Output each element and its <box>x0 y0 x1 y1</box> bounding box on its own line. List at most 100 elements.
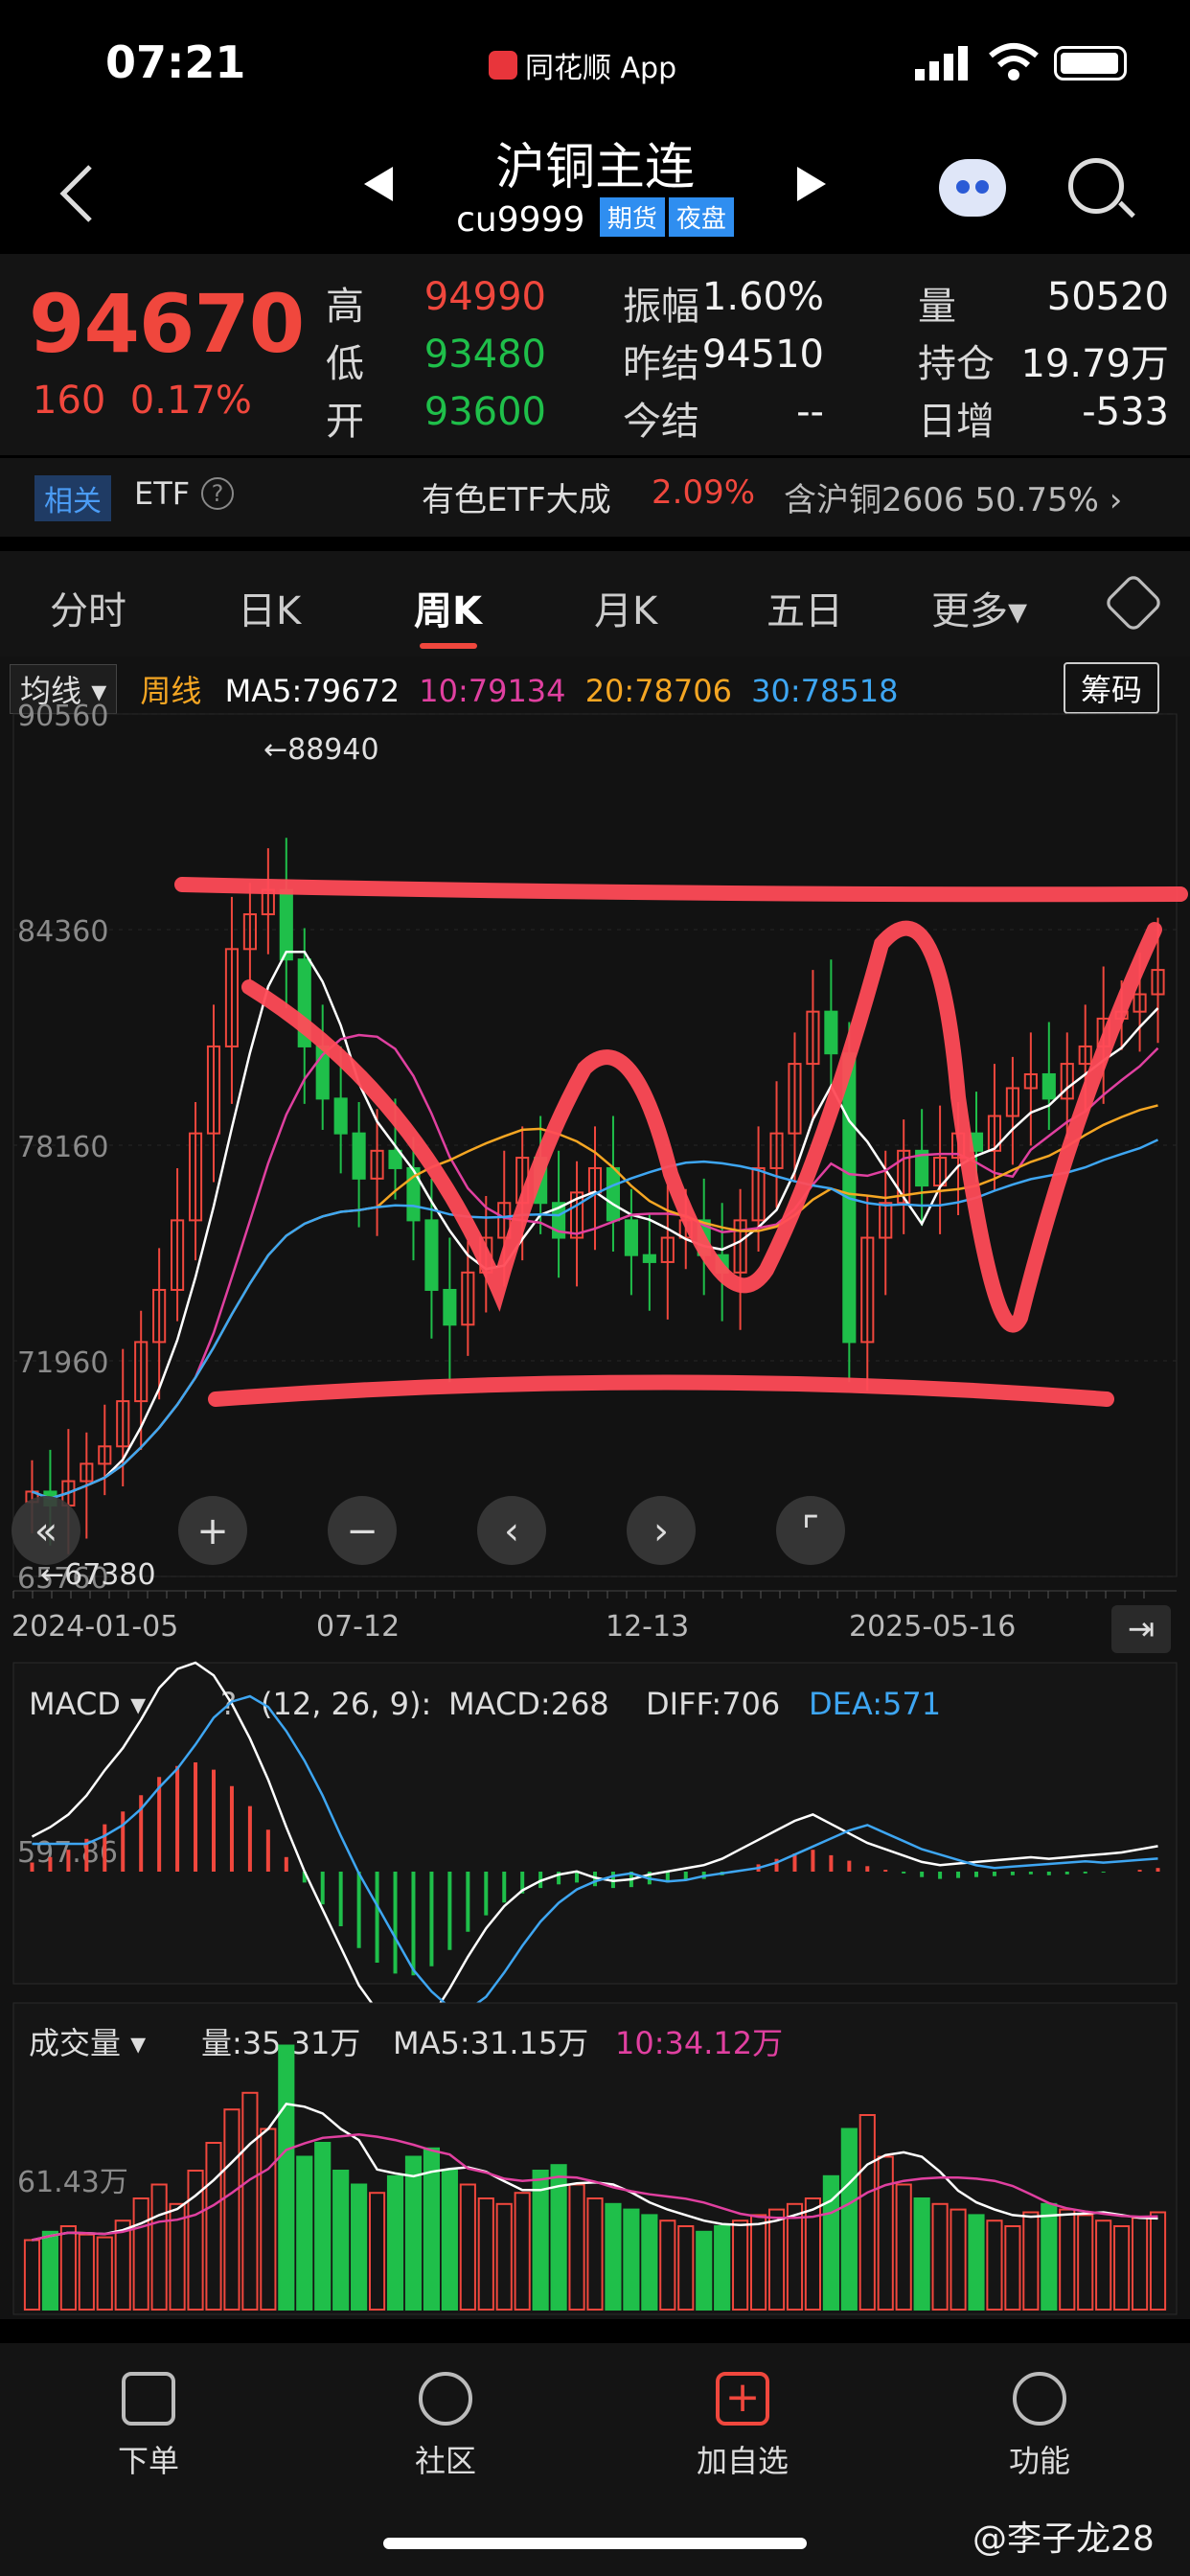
wifi-icon <box>989 43 1039 80</box>
tab-weekly[interactable]: 周K <box>414 580 482 635</box>
control-glyph: ⌜ <box>802 1509 820 1553</box>
quote-value: 50520 <box>1046 275 1169 319</box>
add-watchlist-icon: + <box>716 2372 769 2426</box>
related-etf-bar[interactable]: 相关 ETF ? 有色ETF大成 2.09% 含沪铜2606 50.75% › <box>0 458 1190 537</box>
volume-bar <box>314 2142 332 2311</box>
volume-bar <box>1041 2202 1058 2312</box>
macd-params: (12, 26, 9): <box>261 1686 431 1722</box>
annotation-stroke <box>208 1374 1114 1407</box>
control-glyph: « <box>34 1509 57 1553</box>
control-glyph: + <box>196 1509 229 1553</box>
quote-value: 93600 <box>423 390 546 434</box>
page-title: 沪铜主连 <box>494 139 695 196</box>
quote-label: 开 <box>326 400 364 444</box>
battery-icon <box>1054 46 1127 80</box>
signal-icon <box>915 46 968 80</box>
tabbar-order[interactable]: 下单 <box>72 2372 225 2481</box>
etf-holding-text: 含沪铜2606 50.75% <box>784 481 1099 519</box>
order-icon <box>122 2372 175 2426</box>
tabbar-label: 功能 <box>1008 2443 1070 2479</box>
volume-bar <box>278 2044 295 2311</box>
candle-body <box>333 1097 348 1135</box>
price-change: 160 0.17% <box>33 379 252 423</box>
high-marker: ←88940 <box>263 733 379 767</box>
tabbar-label: 社区 <box>414 2443 476 2479</box>
etf-holding: 含沪铜2606 50.75% › <box>784 473 1122 520</box>
triangle-right-icon <box>797 167 826 201</box>
volume-bar <box>386 2174 404 2312</box>
dea-value: DEA:571 <box>809 1686 941 1722</box>
macd-value: MACD:268 <box>448 1686 609 1722</box>
quote-label: 量 <box>918 285 956 329</box>
etf-name: 有色ETF大成 <box>422 481 611 519</box>
tab-five-day[interactable]: 五日 <box>767 580 843 635</box>
annotation-stroke <box>241 920 1162 1333</box>
tabbar-add-watchlist[interactable]: + 加自选 <box>666 2372 819 2481</box>
tag-futures: 期货 <box>599 197 665 237</box>
quote-value: 93480 <box>423 333 546 377</box>
chart-canvas[interactable]: 9056084360781607196065760←88940←67380« + −… <box>0 656 1190 2319</box>
volume-bar <box>404 2155 423 2311</box>
volume-ma10: 10:34.12万 <box>615 2025 783 2061</box>
x-tick-label: 12-13 <box>606 1610 689 1644</box>
y-tick-label: 61.43万 <box>17 2166 128 2199</box>
app-indicator[interactable]: 同花顺 App <box>489 44 676 86</box>
candle-body <box>388 1149 402 1169</box>
y-tick-label: 90560 <box>17 700 108 733</box>
control-glyph: ‹ <box>504 1509 519 1553</box>
nav-bar: 沪铜主连 cu9999 期货 夜盘 <box>0 125 1190 254</box>
candle-body <box>279 888 293 961</box>
quote-panel: 94670 160 0.17% 高 94990 振幅 1.60% 量 50520 低 9348… <box>0 254 1190 455</box>
annotation-stroke <box>174 877 1188 903</box>
volume-ma5: MA5:31.15万 <box>393 2025 588 2061</box>
quote-value: 94990 <box>423 275 546 319</box>
volume-bar <box>332 2170 350 2311</box>
y-tick-label: 84360 <box>17 915 108 949</box>
candle-body <box>443 1288 457 1326</box>
volume-bar <box>351 2183 368 2311</box>
macd-selector: MACD ▾ <box>29 1686 146 1722</box>
low-marker: ←67380 <box>40 1558 156 1592</box>
tab-more[interactable]: 更多▾ <box>931 580 1027 635</box>
y-tick-label: 71960 <box>17 1346 108 1380</box>
community-icon <box>419 2372 472 2426</box>
volume-selector: 成交量 ▾ <box>29 2025 146 2061</box>
chart-area: 均线 ▾ 周线 MA5:79672 10:79134 20:78706 30:7… <box>0 656 1190 2319</box>
app-logo-icon <box>489 51 517 80</box>
candle-body <box>352 1132 366 1180</box>
volume-bar <box>532 2170 549 2311</box>
search-icon[interactable] <box>1068 158 1124 214</box>
tab-daily[interactable]: 日K <box>238 580 301 635</box>
tabbar-functions[interactable]: 功能 <box>963 2372 1116 2481</box>
related-tag: 相关 <box>34 475 111 521</box>
etf-percent: 2.09% <box>652 473 756 512</box>
tabbar-community[interactable]: 社区 <box>369 2372 522 2481</box>
settings-icon[interactable] <box>1103 572 1164 633</box>
app-name: 同花顺 App <box>525 52 677 85</box>
home-indicator[interactable] <box>383 2538 807 2549</box>
tab-monthly[interactable]: 月K <box>594 580 657 635</box>
volume-bar <box>605 2202 622 2312</box>
diff-value: DIFF:706 <box>646 1686 780 1722</box>
y-tick-label: 78160 <box>17 1131 108 1164</box>
candle-body <box>624 1219 638 1256</box>
tab-fenshi[interactable]: 分时 <box>50 580 126 635</box>
contract-code-row: cu9999 期货 夜盘 <box>0 197 1190 240</box>
volume-bar <box>623 2208 640 2311</box>
candle-body <box>824 1010 838 1055</box>
volume-bar <box>714 2225 731 2311</box>
next-contract-button[interactable] <box>795 165 828 213</box>
period-tabs: 分时 日K 周K 月K 五日 更多▾ <box>0 551 1190 656</box>
quote-label: 低 <box>326 342 364 386</box>
volume-bar <box>913 2197 930 2311</box>
quote-label: 高 <box>326 285 364 329</box>
quote-value: -533 <box>1082 390 1169 434</box>
active-tab-indicator <box>420 643 477 649</box>
control-glyph: › <box>653 1509 669 1553</box>
robot-icon[interactable] <box>939 159 1006 217</box>
volume-bar <box>696 2230 713 2312</box>
change-value: 160 <box>33 379 106 423</box>
help-icon[interactable]: ? <box>201 477 234 510</box>
control-glyph: − <box>346 1509 378 1553</box>
volume-bar <box>296 2155 313 2311</box>
